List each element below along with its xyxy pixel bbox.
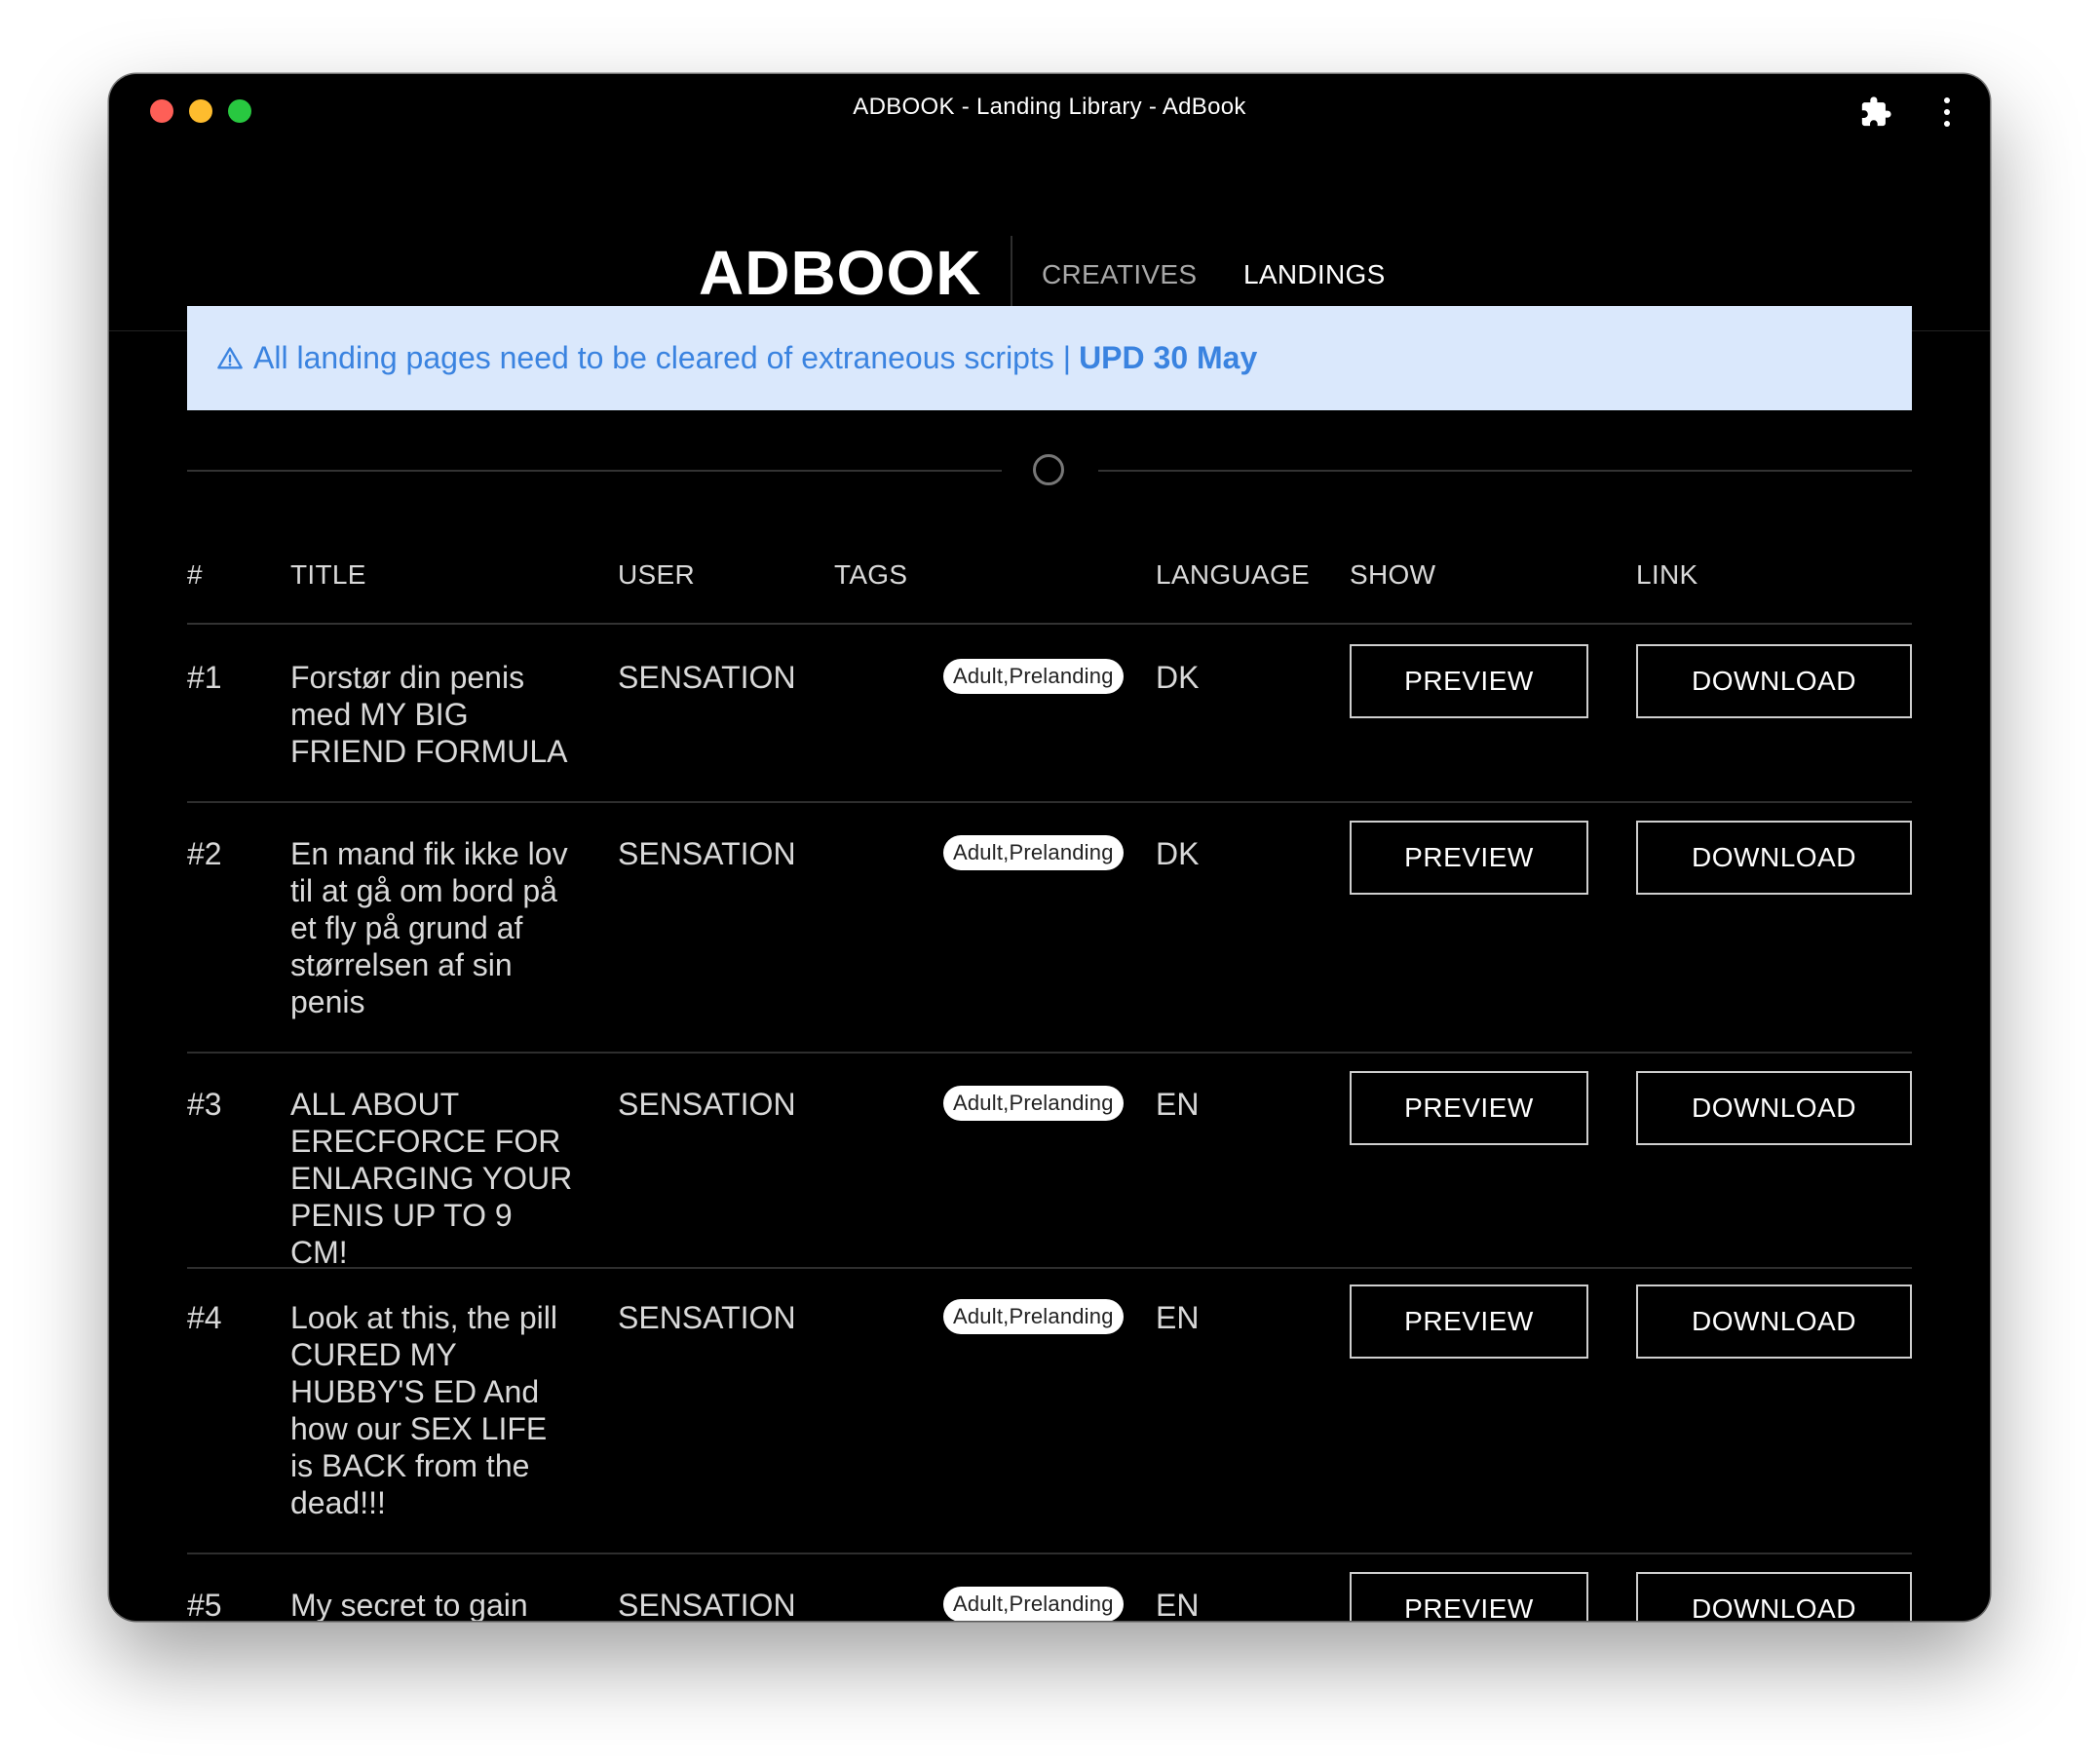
row-divider (187, 1052, 1912, 1054)
row-number: #2 (187, 836, 222, 871)
row-tag-badge: Adult,Prelanding (943, 1587, 1124, 1621)
column-header-link: LINK (1636, 559, 1698, 590)
row-language: DK (1156, 836, 1200, 871)
row-divider (187, 1553, 1912, 1554)
window-title: ADBOOK - Landing Library - AdBook (853, 94, 1246, 120)
row-title: My secret to gain (290, 1588, 528, 1621)
preview-button[interactable]: PREVIEW (1350, 1071, 1588, 1145)
column-header-number: # (187, 559, 203, 590)
row-title: ALL ABOUT ERECFORCE FOR ENLARGING YOUR P… (290, 1087, 573, 1270)
preview-button[interactable]: PREVIEW (1350, 1572, 1588, 1621)
section-divider-left (187, 470, 1002, 472)
row-title: Forstør din penis med MY BIG FRIEND FORM… (290, 660, 568, 769)
nav-divider (1011, 236, 1012, 316)
preview-button[interactable]: PREVIEW (1350, 1285, 1588, 1359)
row-language: EN (1156, 1588, 1200, 1621)
row-title: Look at this, the pill CURED MY HUBBY'S … (290, 1300, 557, 1520)
table-header-divider (187, 623, 1912, 625)
alert-update-date: UPD 30 May (1079, 340, 1258, 375)
alert-message: All landing pages need to be cleared of … (253, 340, 1072, 375)
column-header-language: LANGUAGE (1156, 559, 1310, 590)
row-language: EN (1156, 1087, 1200, 1122)
table-row: #5 My secret to gain SENSATION Adult,Pre… (187, 1572, 1912, 1621)
nav-landings-link[interactable]: LANDINGS (1243, 261, 1386, 288)
table-row: #1 Forstør din penis med MY BIG FRIEND F… (187, 644, 1912, 803)
row-divider (187, 1267, 1912, 1269)
row-user: SENSATION (618, 1300, 796, 1335)
table-row: #4 Look at this, the pill CURED MY HUBBY… (187, 1285, 1912, 1554)
column-header-tags: TAGS (834, 559, 908, 590)
warning-triangle-icon (217, 346, 243, 368)
more-vertical-icon[interactable] (1941, 96, 1953, 129)
preview-button[interactable]: PREVIEW (1350, 644, 1588, 718)
download-button[interactable]: DOWNLOAD (1636, 821, 1912, 895)
row-user: SENSATION (618, 1087, 796, 1122)
app-window: ADBOOK - Landing Library - AdBook ADBOOK… (109, 74, 1990, 1621)
title-bar: ADBOOK - Landing Library - AdBook (109, 74, 1990, 148)
download-button[interactable]: DOWNLOAD (1636, 1071, 1912, 1145)
row-tag-badge: Adult,Prelanding (943, 1299, 1124, 1334)
info-alert-banner: All landing pages need to be cleared of … (187, 306, 1912, 410)
section-divider-right (1098, 470, 1912, 472)
top-navbar: ADBOOK CREATIVES LANDINGS (109, 148, 1990, 331)
row-divider (187, 801, 1912, 803)
table-row: #3 ALL ABOUT ERECFORCE FOR ENLARGING YOU… (187, 1071, 1912, 1270)
row-user: SENSATION (618, 660, 796, 695)
row-user: SENSATION (618, 1588, 796, 1621)
row-number: #4 (187, 1300, 222, 1335)
row-user: SENSATION (618, 836, 796, 871)
download-button[interactable]: DOWNLOAD (1636, 1572, 1912, 1621)
row-language: DK (1156, 660, 1200, 695)
preview-button[interactable]: PREVIEW (1350, 821, 1588, 895)
row-number: #5 (187, 1588, 222, 1621)
nav-creatives-link[interactable]: CREATIVES (1042, 261, 1197, 288)
row-tag-badge: Adult,Prelanding (943, 1086, 1124, 1121)
row-number: #3 (187, 1087, 222, 1122)
row-title: En mand fik ikke lov til at gå om bord p… (290, 836, 568, 1019)
row-tag-badge: Adult,Prelanding (943, 659, 1124, 694)
column-header-user: USER (618, 559, 695, 590)
download-button[interactable]: DOWNLOAD (1636, 1285, 1912, 1359)
row-number: #1 (187, 660, 222, 695)
column-header-show: SHOW (1350, 559, 1436, 590)
row-language: EN (1156, 1300, 1200, 1335)
column-header-title: TITLE (290, 559, 366, 590)
download-button[interactable]: DOWNLOAD (1636, 644, 1912, 718)
loading-spinner-icon (1033, 454, 1064, 485)
adbook-logo[interactable]: ADBOOK (699, 242, 981, 304)
row-tag-badge: Adult,Prelanding (943, 835, 1124, 870)
table-row: #2 En mand fik ikke lov til at gå om bor… (187, 821, 1912, 1054)
puzzle-extension-icon[interactable] (1859, 96, 1892, 129)
